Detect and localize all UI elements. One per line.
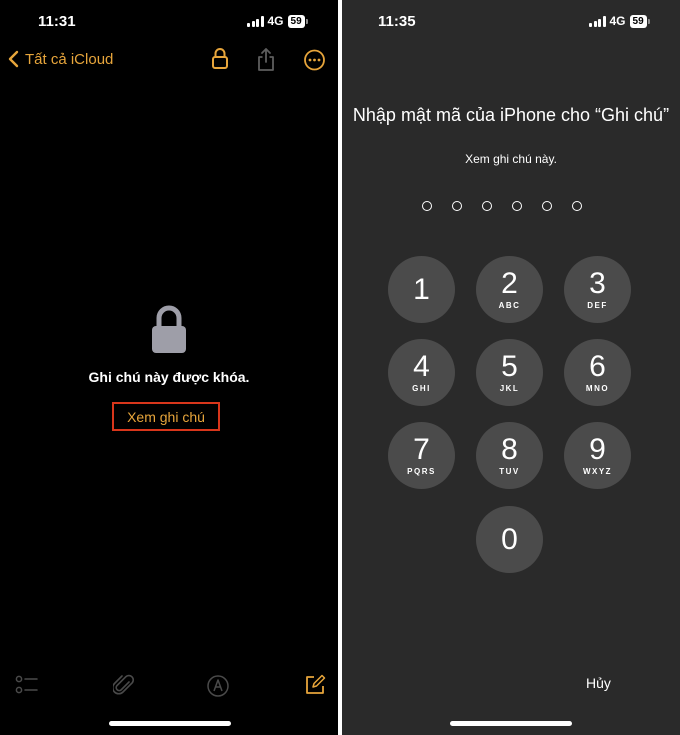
status-indicators: 4G 59 bbox=[247, 14, 308, 28]
keypad-key-0[interactable]: 0 bbox=[476, 506, 543, 573]
large-lock-icon bbox=[152, 305, 186, 353]
passcode-dot bbox=[422, 201, 432, 211]
signal-icon bbox=[247, 15, 264, 27]
keypad-key-3[interactable]: 3 DEF bbox=[564, 256, 631, 323]
home-indicator bbox=[450, 721, 572, 726]
passcode-dots bbox=[422, 201, 582, 211]
network-label: 4G bbox=[267, 14, 284, 28]
status-time: 11:35 bbox=[378, 13, 416, 30]
locked-message: Ghi chú này được khóa. bbox=[88, 369, 250, 385]
back-button[interactable]: Tất cả iCloud bbox=[8, 50, 113, 68]
signal-icon bbox=[589, 15, 606, 27]
compose-icon[interactable] bbox=[304, 674, 326, 696]
back-label: Tất cả iCloud bbox=[25, 50, 114, 68]
passcode-dot bbox=[512, 201, 522, 211]
passcode-screen: 11:35 4G 59 Nhập mật mã của iPhone cho “… bbox=[342, 0, 680, 735]
passcode-prompt-subtitle: Xem ghi chú này. bbox=[465, 152, 557, 166]
battery-icon: 59 bbox=[629, 14, 650, 28]
chevron-left-icon bbox=[8, 50, 19, 68]
cancel-button[interactable]: Hủy bbox=[586, 675, 611, 691]
keypad-key-4[interactable]: 4 GHI bbox=[388, 339, 455, 406]
share-icon[interactable] bbox=[256, 47, 276, 73]
keypad-key-5[interactable]: 5 JKL bbox=[476, 339, 543, 406]
battery-icon: 59 bbox=[287, 14, 308, 28]
passcode-dot bbox=[572, 201, 582, 211]
keypad-key-1[interactable]: 1 bbox=[388, 256, 455, 323]
passcode-prompt-title: Nhập mật mã của iPhone cho “Ghi chú” bbox=[352, 105, 670, 125]
status-time: 11:31 bbox=[38, 13, 76, 30]
network-label: 4G bbox=[609, 14, 626, 28]
keypad-key-8[interactable]: 8 TUV bbox=[476, 422, 543, 489]
markup-icon[interactable] bbox=[206, 674, 230, 698]
view-note-button[interactable]: Xem ghi chú bbox=[112, 402, 220, 431]
home-indicator bbox=[109, 721, 231, 726]
passcode-dot bbox=[542, 201, 552, 211]
checklist-icon[interactable] bbox=[15, 674, 39, 696]
battery-level: 59 bbox=[629, 14, 647, 28]
keypad-key-9[interactable]: 9 WXYZ bbox=[564, 422, 631, 489]
more-icon[interactable] bbox=[303, 47, 326, 72]
keypad-key-2[interactable]: 2 ABC bbox=[476, 256, 543, 323]
keypad-key-7[interactable]: 7 PQRS bbox=[388, 422, 455, 489]
passcode-dot bbox=[452, 201, 462, 211]
keypad-key-6[interactable]: 6 MNO bbox=[564, 339, 631, 406]
passcode-dot bbox=[482, 201, 492, 211]
attachment-icon[interactable] bbox=[113, 674, 135, 698]
status-indicators: 4G 59 bbox=[589, 14, 650, 28]
battery-level: 59 bbox=[287, 14, 305, 28]
lock-icon[interactable] bbox=[211, 47, 229, 71]
locked-note-screen: 11:31 4G 59 Tất cả iCloud Ghi chú này đư… bbox=[0, 0, 338, 735]
